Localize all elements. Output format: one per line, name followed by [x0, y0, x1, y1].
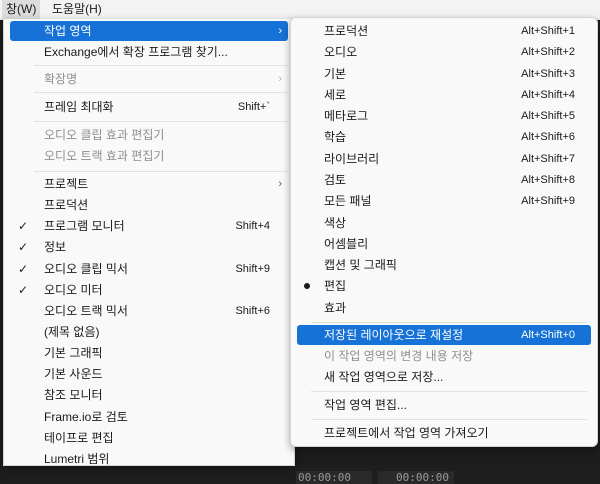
menu-item-label: 모든 패널 [324, 194, 372, 208]
shortcut-label: Alt+Shift+2 [521, 46, 575, 58]
menu-item-label: 오디오 클립 믹서 [44, 262, 128, 276]
menu-item-label: 오디오 미터 [44, 283, 103, 297]
menu-item-label: 라이브러리 [324, 152, 380, 166]
shortcut-label: Alt+Shift+9 [521, 195, 575, 207]
frameio-review-menu-item[interactable]: Frame.io로 검토 [10, 407, 288, 427]
audio-clip-mixer-menu-item[interactable]: ✓ 오디오 클립 믹서 Shift+9 [10, 259, 288, 279]
chevron-right-icon: › [278, 73, 282, 85]
shortcut-label: Shift+9 [235, 263, 270, 275]
menu-separator [34, 65, 288, 66]
workspace-editing-item[interactable]: 편집 [297, 276, 591, 296]
menu-item-label: 편집 [324, 279, 347, 293]
checkmark-icon: ✓ [18, 283, 29, 297]
checkmark-icon: ✓ [18, 219, 29, 233]
menu-item-label: 오디오 [324, 45, 358, 59]
shortcut-label: Alt+Shift+8 [521, 174, 575, 186]
chevron-right-icon: › [278, 178, 282, 190]
menu-item-label: 프로그램 모니터 [44, 219, 125, 233]
workspace-production-item[interactable]: 프로덕션 Alt+Shift+1 [297, 21, 591, 41]
shortcut-label: Alt+Shift+6 [521, 131, 575, 143]
audio-track-effect-editor-menu-item: 오디오 트랙 효과 편집기 [44, 149, 165, 163]
menu-item-label: 세로 [324, 88, 347, 102]
save-as-new-workspace-item[interactable]: 새 작업 영역으로 저장... [297, 367, 591, 387]
workspace-vertical-item[interactable]: 세로 Alt+Shift+4 [297, 85, 591, 105]
menu-item-label: 프로덕션 [324, 24, 369, 38]
menu-separator [34, 121, 288, 122]
workspace-assembly-item[interactable]: 어셈블리 [297, 234, 591, 254]
save-workspace-changes-item: 이 작업 영역의 변경 내용 저장 [324, 349, 474, 363]
help-menu[interactable]: 도움말(H) [48, 0, 106, 19]
workspaces-menu-item[interactable]: 작업 영역 › [10, 21, 288, 41]
shortcut-label: Shift+` [237, 101, 270, 113]
chevron-right-icon: › [278, 25, 282, 37]
import-workspace-from-project-item[interactable]: 프로젝트에서 작업 영역 가져오기 [297, 423, 591, 443]
shortcut-label: Shift+4 [235, 220, 270, 232]
workspace-basic-item[interactable]: 기본 Alt+Shift+3 [297, 64, 591, 84]
shortcut-label: Alt+Shift+0 [521, 329, 575, 341]
shortcut-label: Alt+Shift+5 [521, 110, 575, 122]
workspace-captions-item[interactable]: 캡션 및 그래픽 [297, 255, 591, 275]
menu-separator [34, 171, 288, 172]
shortcut-label: Alt+Shift+3 [521, 68, 575, 80]
menu-item-label: 정보 [44, 240, 67, 254]
text-edit-menu-item[interactable]: 테이프로 편집 [10, 428, 288, 448]
timecode-readout: 00:00:00 [396, 471, 449, 484]
menu-separator [34, 92, 288, 93]
lumetri-scopes-menu-item[interactable]: Lumetri 범위 [10, 449, 288, 469]
extensions-menu-item: 확장명 › [10, 69, 288, 89]
window-dropdown-menu: 작업 영역 › Exchange에서 확장 프로그램 찾기... 확장명 › 프… [3, 19, 295, 466]
reference-monitor-menu-item[interactable]: 참조 모니터 [10, 385, 288, 405]
menu-separator [311, 419, 587, 420]
menu-item-label: 프로젝트 [44, 177, 89, 191]
menu-item-label: 프레임 최대화 [44, 100, 114, 114]
checkmark-icon: ✓ [18, 240, 29, 254]
workspace-effects-item[interactable]: 효과 [297, 298, 591, 318]
maximize-frame-menu-item[interactable]: 프레임 최대화 Shift+` [10, 97, 288, 117]
timecode-readout: 00:00:00 [298, 471, 351, 484]
workspace-learning-item[interactable]: 학습 Alt+Shift+6 [297, 127, 591, 147]
program-monitor-menu-item[interactable]: ✓ 프로그램 모니터 Shift+4 [10, 216, 288, 236]
essential-graphics-menu-item[interactable]: 기본 그래픽 [10, 343, 288, 363]
menu-item-label: 학습 [324, 130, 347, 144]
menu-item-label: 저장된 레이아웃으로 재설정 [324, 328, 464, 342]
workspace-metalogging-item[interactable]: 메타로그 Alt+Shift+5 [297, 106, 591, 126]
shortcut-label: Shift+6 [235, 305, 270, 317]
audio-track-mixer-menu-item[interactable]: 오디오 트랙 믹서 Shift+6 [10, 301, 288, 321]
menu-separator [311, 391, 587, 392]
menu-item-label: 오디오 트랙 믹서 [44, 304, 128, 318]
workspaces-submenu: 프로덕션 Alt+Shift+1 오디오 Alt+Shift+2 기본 Alt+… [290, 17, 598, 447]
menu-item-label: 검토 [324, 173, 347, 187]
checkmark-icon: ✓ [18, 262, 29, 276]
workspace-libraries-item[interactable]: 라이브러리 Alt+Shift+7 [297, 149, 591, 169]
production-menu-item[interactable]: 프로덕션 [10, 195, 288, 215]
shortcut-label: Alt+Shift+1 [521, 25, 575, 37]
project-menu-item[interactable]: 프로젝트 › [10, 174, 288, 194]
menu-item-label: 메타로그 [324, 109, 369, 123]
reset-to-saved-layout-item[interactable]: 저장된 레이아웃으로 재설정 Alt+Shift+0 [297, 325, 591, 345]
workspace-all-panels-item[interactable]: 모든 패널 Alt+Shift+9 [297, 191, 591, 211]
shortcut-label: Alt+Shift+7 [521, 153, 575, 165]
workspace-audio-item[interactable]: 오디오 Alt+Shift+2 [297, 42, 591, 62]
audio-meters-menu-item[interactable]: ✓ 오디오 미터 [10, 280, 288, 300]
audio-clip-effect-editor-menu-item: 오디오 클립 효과 편집기 [44, 128, 165, 142]
shortcut-label: Alt+Shift+4 [521, 89, 575, 101]
workspace-review-item[interactable]: 검토 Alt+Shift+8 [297, 170, 591, 190]
menu-item-label: 확장명 [44, 72, 78, 86]
menu-item-label: 기본 [324, 67, 347, 81]
essential-sound-menu-item[interactable]: 기본 사운드 [10, 364, 288, 384]
exchange-menu-item[interactable]: Exchange에서 확장 프로그램 찾기... [10, 42, 288, 62]
info-menu-item[interactable]: ✓ 정보 [10, 237, 288, 257]
workspace-color-item[interactable]: 색상 [297, 213, 591, 233]
menu-item-label: 작업 영역 [44, 24, 92, 38]
window-menu[interactable]: 창(W) [2, 0, 41, 19]
edit-workspaces-item[interactable]: 작업 영역 편집... [297, 395, 591, 415]
selected-dot-icon [304, 283, 310, 289]
menu-separator [311, 322, 587, 323]
untitled-menu-item[interactable]: (제목 없음) [10, 322, 288, 342]
